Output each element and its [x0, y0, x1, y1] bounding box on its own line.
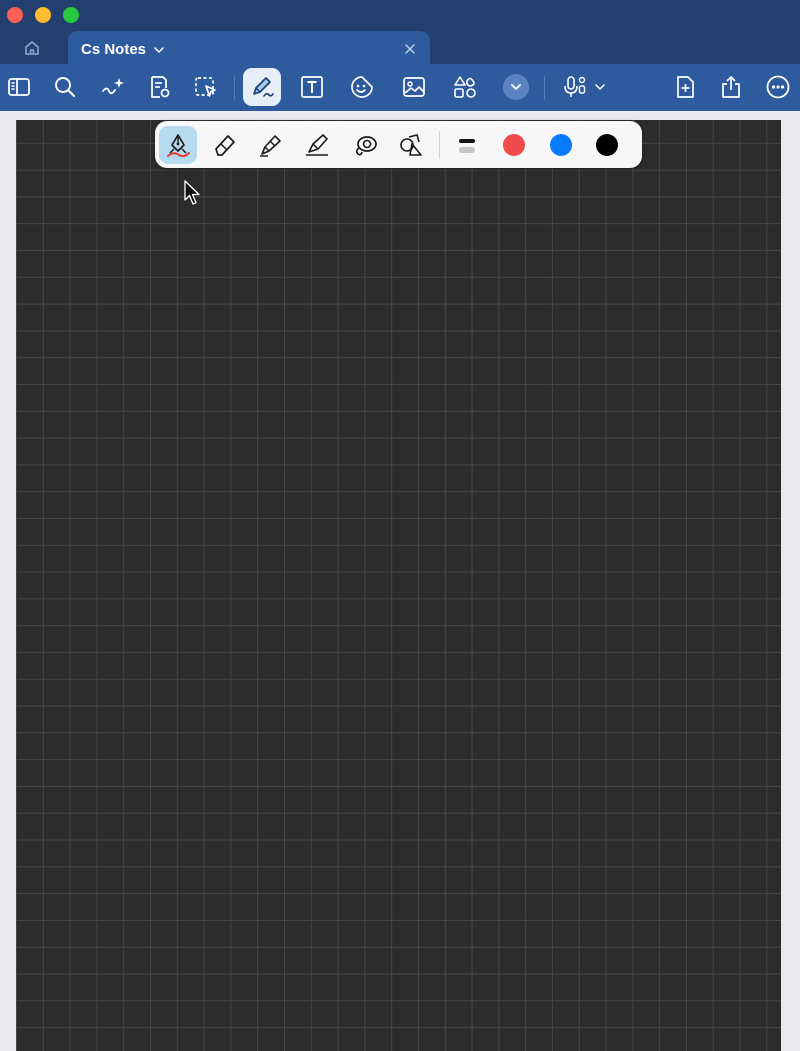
stroke-width-icon: [459, 139, 475, 153]
sidebar-icon: [8, 78, 30, 96]
highlighter-icon: [260, 135, 281, 157]
close-window-button[interactable]: [7, 7, 23, 23]
ai-assistant-button[interactable]: [94, 68, 132, 106]
main-toolbar: [0, 64, 800, 111]
eraser-icon: [215, 135, 235, 156]
more-options-button[interactable]: [759, 68, 797, 106]
mouse-pointer-icon: [184, 180, 200, 205]
shape-recognition-icon: [400, 134, 422, 156]
stroke-width-button[interactable]: [448, 126, 486, 164]
text-box-button[interactable]: [293, 68, 331, 106]
share-button[interactable]: [712, 68, 750, 106]
lasso-select-button[interactable]: [187, 68, 225, 106]
fountain-pen-tool[interactable]: [159, 126, 197, 164]
pen-tool-button[interactable]: [243, 68, 281, 106]
share-icon: [722, 76, 740, 98]
toolbar-divider: [544, 76, 545, 100]
highlighter-tool[interactable]: [252, 126, 290, 164]
audio-record-button[interactable]: [556, 68, 612, 106]
pen-tool-icon: [253, 77, 274, 97]
text-box-icon: [301, 76, 323, 98]
fountain-pen-icon: [167, 134, 190, 158]
blue-color-swatch: [550, 134, 572, 156]
maximize-window-button[interactable]: [63, 7, 79, 23]
color-black-button[interactable]: [588, 126, 626, 164]
chevron-down-icon[interactable]: [152, 43, 166, 57]
more-tools-chevron-icon: [503, 74, 529, 100]
color-red-button[interactable]: [495, 126, 533, 164]
image-icon: [403, 77, 425, 97]
home-icon[interactable]: [20, 36, 44, 60]
marker-tool[interactable]: [298, 126, 336, 164]
pen-toolbar: [155, 121, 642, 168]
shapes-button[interactable]: [446, 68, 484, 106]
shape-recognition-tool[interactable]: [392, 126, 430, 164]
lasso-tool[interactable]: [346, 126, 384, 164]
lasso-icon: [355, 136, 377, 156]
red-color-swatch: [503, 134, 525, 156]
sidebar-button[interactable]: [0, 68, 38, 106]
page-settings-button[interactable]: [140, 68, 178, 106]
shapes-icon: [454, 76, 476, 98]
close-tab-icon[interactable]: [402, 41, 418, 57]
image-button[interactable]: [395, 68, 433, 106]
tab-title: Cs Notes: [81, 41, 147, 58]
lasso-select-icon: [195, 77, 216, 97]
more-tools-button[interactable]: [497, 68, 535, 106]
sticker-button[interactable]: [343, 68, 381, 106]
marker-icon: [306, 134, 328, 156]
add-page-button[interactable]: [666, 68, 704, 106]
color-blue-button[interactable]: [542, 126, 580, 164]
add-page-icon: [677, 76, 694, 98]
minimize-window-button[interactable]: [35, 7, 51, 23]
pen-toolbar-divider: [439, 131, 440, 159]
sticker-icon: [351, 76, 373, 98]
title-bar: Cs Notes: [0, 0, 800, 71]
search-icon: [55, 77, 75, 97]
toolbar-divider: [234, 76, 235, 100]
page-settings-icon: [151, 76, 170, 98]
note-canvas[interactable]: [16, 120, 781, 1051]
audio-record-icon: [564, 76, 605, 97]
more-options-icon: [766, 75, 790, 99]
black-color-swatch: [596, 134, 618, 156]
search-button[interactable]: [46, 68, 84, 106]
ai-assistant-icon: [102, 78, 124, 95]
eraser-tool[interactable]: [206, 126, 244, 164]
